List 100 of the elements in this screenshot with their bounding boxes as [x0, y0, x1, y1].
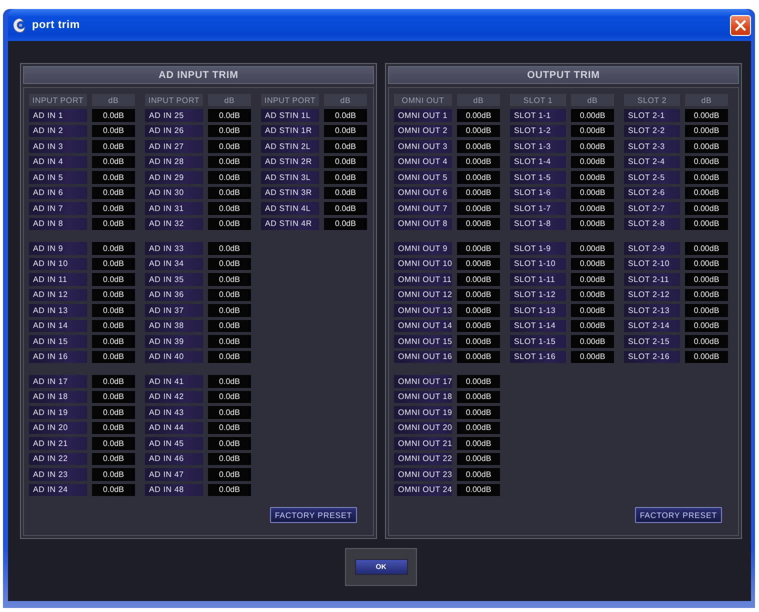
trim-value-cell[interactable]: 0.0dB — [92, 171, 135, 184]
trim-value-cell[interactable]: 0.0dB — [324, 156, 367, 168]
trim-value-cell[interactable]: 0.0dB — [92, 156, 135, 168]
trim-value-cell[interactable]: 0.00dB — [685, 109, 728, 122]
trim-value-cell[interactable]: 0.0dB — [208, 218, 251, 230]
trim-value-cell[interactable]: 0.0dB — [208, 202, 251, 214]
trim-value-cell[interactable]: 0.00dB — [457, 406, 500, 418]
trim-value-cell[interactable]: 0.00dB — [685, 320, 728, 332]
trim-value-cell[interactable]: 0.0dB — [92, 437, 135, 450]
trim-value-cell[interactable]: 0.00dB — [571, 304, 614, 316]
trim-value-cell[interactable]: 0.00dB — [571, 335, 614, 348]
trim-value-cell[interactable]: 0.0dB — [208, 484, 251, 496]
trim-value-cell[interactable]: 0.00dB — [457, 437, 500, 450]
trim-value-cell[interactable]: 0.00dB — [457, 140, 500, 152]
trim-value-cell[interactable]: 0.00dB — [685, 258, 728, 270]
trim-value-cell[interactable]: 0.0dB — [92, 375, 135, 388]
trim-value-cell[interactable]: 0.00dB — [457, 350, 500, 363]
trim-value-cell[interactable]: 0.00dB — [571, 140, 614, 152]
trim-value-cell[interactable]: 0.00dB — [457, 320, 500, 332]
trim-value-cell[interactable]: 0.0dB — [208, 452, 251, 465]
trim-value-cell[interactable]: 0.00dB — [457, 156, 500, 168]
trim-value-cell[interactable]: 0.0dB — [324, 202, 367, 214]
trim-value-cell[interactable]: 0.0dB — [92, 242, 135, 254]
trim-value-cell[interactable]: 0.0dB — [92, 335, 135, 348]
trim-value-cell[interactable]: 0.00dB — [457, 186, 500, 199]
trim-value-cell[interactable]: 0.00dB — [457, 288, 500, 301]
trim-value-cell[interactable]: 0.00dB — [457, 422, 500, 434]
trim-value-cell[interactable]: 0.00dB — [685, 202, 728, 214]
trim-value-cell[interactable]: 0.00dB — [571, 202, 614, 214]
trim-value-cell[interactable]: 0.0dB — [208, 109, 251, 122]
trim-value-cell[interactable]: 0.00dB — [571, 242, 614, 254]
trim-value-cell[interactable]: 0.0dB — [92, 124, 135, 137]
trim-value-cell[interactable]: 0.0dB — [208, 304, 251, 316]
trim-value-cell[interactable]: 0.00dB — [457, 484, 500, 496]
trim-value-cell[interactable]: 0.00dB — [571, 218, 614, 230]
trim-value-cell[interactable]: 0.0dB — [92, 350, 135, 363]
trim-value-cell[interactable]: 0.00dB — [571, 288, 614, 301]
trim-value-cell[interactable]: 0.00dB — [685, 350, 728, 363]
trim-value-cell[interactable]: 0.0dB — [324, 124, 367, 137]
trim-value-cell[interactable]: 0.0dB — [92, 468, 135, 480]
factory-preset-button[interactable]: FACTORY PRESET — [634, 507, 722, 523]
trim-value-cell[interactable]: 0.0dB — [208, 171, 251, 184]
trim-value-cell[interactable]: 0.0dB — [324, 186, 367, 199]
trim-value-cell[interactable]: 0.00dB — [457, 109, 500, 122]
trim-value-cell[interactable]: 0.0dB — [92, 288, 135, 301]
trim-value-cell[interactable]: 0.00dB — [685, 288, 728, 301]
trim-value-cell[interactable]: 0.00dB — [457, 124, 500, 137]
factory-preset-button[interactable]: FACTORY PRESET — [270, 507, 357, 523]
trim-value-cell[interactable]: 0.0dB — [208, 288, 251, 301]
trim-value-cell[interactable]: 0.00dB — [457, 375, 500, 388]
trim-value-cell[interactable]: 0.00dB — [685, 124, 728, 137]
trim-value-cell[interactable]: 0.00dB — [457, 218, 500, 230]
trim-value-cell[interactable]: 0.0dB — [208, 375, 251, 388]
trim-value-cell[interactable]: 0.0dB — [92, 484, 135, 496]
trim-value-cell[interactable]: 0.0dB — [92, 140, 135, 152]
trim-value-cell[interactable]: 0.0dB — [324, 218, 367, 230]
trim-value-cell[interactable]: 0.0dB — [208, 124, 251, 137]
trim-value-cell[interactable]: 0.00dB — [571, 156, 614, 168]
trim-value-cell[interactable]: 0.0dB — [208, 406, 251, 418]
trim-value-cell[interactable]: 0.0dB — [208, 156, 251, 168]
trim-value-cell[interactable]: 0.0dB — [324, 140, 367, 152]
trim-value-cell[interactable]: 0.00dB — [457, 335, 500, 348]
trim-value-cell[interactable]: 0.00dB — [457, 258, 500, 270]
trim-value-cell[interactable]: 0.0dB — [208, 242, 251, 254]
trim-value-cell[interactable]: 0.00dB — [685, 242, 728, 254]
trim-value-cell[interactable]: 0.0dB — [92, 202, 135, 214]
trim-value-cell[interactable]: 0.0dB — [324, 171, 367, 184]
trim-value-cell[interactable]: 0.0dB — [92, 390, 135, 403]
trim-value-cell[interactable]: 0.0dB — [208, 273, 251, 286]
trim-value-cell[interactable]: 0.00dB — [685, 304, 728, 316]
trim-value-cell[interactable]: 0.00dB — [685, 273, 728, 286]
trim-value-cell[interactable]: 0.00dB — [571, 320, 614, 332]
trim-value-cell[interactable]: 0.0dB — [208, 390, 251, 403]
trim-value-cell[interactable]: 0.00dB — [457, 452, 500, 465]
trim-value-cell[interactable]: 0.00dB — [457, 273, 500, 286]
trim-value-cell[interactable]: 0.0dB — [92, 186, 135, 199]
trim-value-cell[interactable]: 0.0dB — [208, 140, 251, 152]
trim-value-cell[interactable]: 0.00dB — [685, 140, 728, 152]
trim-value-cell[interactable]: 0.0dB — [92, 320, 135, 332]
trim-value-cell[interactable]: 0.0dB — [92, 109, 135, 122]
trim-value-cell[interactable]: 0.0dB — [92, 273, 135, 286]
trim-value-cell[interactable]: 0.0dB — [92, 258, 135, 270]
trim-value-cell[interactable]: 0.00dB — [457, 390, 500, 403]
trim-value-cell[interactable]: 0.0dB — [208, 258, 251, 270]
trim-value-cell[interactable]: 0.0dB — [208, 335, 251, 348]
trim-value-cell[interactable]: 0.00dB — [571, 258, 614, 270]
trim-value-cell[interactable]: 0.00dB — [685, 171, 728, 184]
trim-value-cell[interactable]: 0.00dB — [571, 124, 614, 137]
trim-value-cell[interactable]: 0.00dB — [571, 273, 614, 286]
trim-value-cell[interactable]: 0.00dB — [457, 468, 500, 480]
trim-value-cell[interactable]: 0.0dB — [324, 109, 367, 122]
trim-value-cell[interactable]: 0.0dB — [92, 422, 135, 434]
trim-value-cell[interactable]: 0.00dB — [685, 156, 728, 168]
trim-value-cell[interactable]: 0.00dB — [685, 218, 728, 230]
trim-value-cell[interactable]: 0.00dB — [685, 335, 728, 348]
trim-value-cell[interactable]: 0.0dB — [208, 350, 251, 363]
trim-value-cell[interactable]: 0.0dB — [92, 406, 135, 418]
trim-value-cell[interactable]: 0.00dB — [457, 171, 500, 184]
trim-value-cell[interactable]: 0.0dB — [208, 186, 251, 199]
trim-value-cell[interactable]: 0.00dB — [457, 304, 500, 316]
